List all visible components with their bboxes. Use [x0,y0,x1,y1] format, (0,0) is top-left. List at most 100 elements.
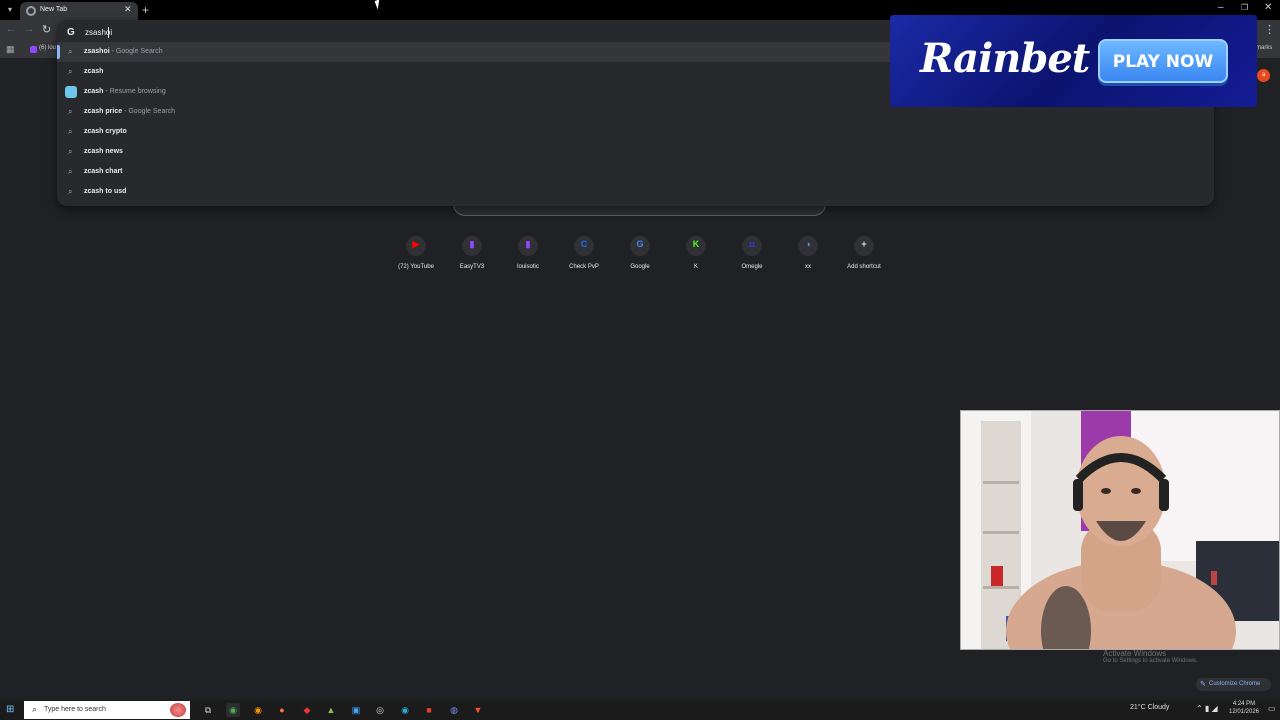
apps-grid-icon[interactable]: ▦ [6,44,15,55]
shortcut-glyph: G [636,239,644,249]
play-now-label: PLAY NOW [1112,52,1214,72]
search-icon: ⌕ [68,107,73,116]
rainbet-ad-banner[interactable]: Rainbet PLAY NOW [890,15,1257,107]
all-bookmarks-label[interactable]: marks [1256,45,1272,51]
suggestion-item[interactable]: ⌕ zcash crypto [57,122,1214,142]
shortcut-tile[interactable]: KK [668,236,724,276]
suggestion-text: zcash crypto [84,128,127,135]
shortcut-icon: K [686,236,706,256]
profile-avatar[interactable]: a [1257,69,1270,82]
shortcut-icon: o [742,236,762,256]
shortcut-label: Google [630,264,650,270]
shortcut-glyph: K [692,239,700,249]
shortcut-tile[interactable]: o Omegle [724,236,780,276]
text-caret [108,27,109,38]
shortcut-label: louisotic [517,264,539,270]
app-taskbar-icon-2[interactable]: ▲ [324,703,338,717]
close-window-icon[interactable]: ✕ [1264,2,1272,13]
rainbet-logo: Rainbet [920,35,1090,82]
app-taskbar-icon[interactable]: ◆ [300,703,314,717]
tab-search-icon[interactable]: ▾ [4,4,16,16]
shortcut-tile[interactable]: G Google [612,236,668,276]
taskbar-search-box[interactable]: ⌕ Type here to search [24,701,190,719]
clock-time[interactable]: 4:24 PM [1224,701,1264,707]
suggestion-text: zcash price - Google Search [84,108,176,115]
brave-icon[interactable]: ▼ [471,703,485,717]
webcam-feed-image [961,411,1279,649]
shortcut-label: Check PvP [569,264,599,270]
site-favicon [65,86,77,98]
reload-icon[interactable]: ↻ [42,23,51,36]
shortcut-tile[interactable]: ▶ (72) YouTube [388,236,444,276]
shortcut-icon: + [854,236,874,256]
suggestion-item[interactable]: ⌕ zcash news [57,142,1214,162]
shortcut-glyph: ▮ [469,239,475,249]
twitch-icon [30,46,37,53]
shortcut-tile[interactable]: C Check PvP [556,236,612,276]
shortcut-label: Omegle [741,264,763,270]
task-view-icon[interactable]: ⧉ [201,703,215,717]
back-arrow-icon[interactable]: ← [6,24,16,35]
app-taskbar-icon-3[interactable]: ▣ [349,703,363,717]
chrome-taskbar-icon[interactable]: ◉ [226,703,240,717]
windows-start-icon[interactable]: ⊞ [6,704,14,715]
shortcut-label: xx [805,264,811,270]
play-now-button[interactable]: PLAY NOW [1098,39,1228,83]
system-tray-icons[interactable]: ⌃ ▮ ◢ [1196,704,1218,713]
app-taskbar-icon-4[interactable]: ■ [422,703,436,717]
shortcut-label: EasyTV3 [459,264,485,270]
pencil-icon: ✎ [1200,681,1206,688]
suggestion-text: zcash chart [84,168,123,175]
suggestion-text: zcash - Resume browsing [84,88,166,95]
suggestion-item[interactable]: ⌕ zcash to usd [57,182,1214,202]
forward-arrow-icon[interactable]: → [24,24,34,35]
search-highlight-icon [170,703,186,717]
discord-icon[interactable]: ◍ [447,703,461,717]
chrome-canary-icon[interactable]: ◉ [251,703,265,717]
suggestion-item[interactable]: ⌕ zcash chart [57,162,1214,182]
minimize-icon[interactable]: – [1218,2,1224,13]
customize-chrome-button[interactable]: ✎ Customize Chrome [1196,678,1271,691]
search-icon: ⌕ [68,167,73,176]
shortcut-label: Add shortcut [847,264,881,270]
search-icon: ⌕ [68,47,73,56]
notification-icon[interactable]: ▭ [1268,704,1276,713]
windows-taskbar: ⊞ ⌕ Type here to search ⧉ ◉ ◉ ● ◆ ▲ ▣ ◎ … [0,700,1280,720]
menu-kebab-icon[interactable]: ⋮ [1264,23,1275,36]
shortcut-tile[interactable]: ▮ louisotic [500,236,556,276]
suggestion-text: zcash to usd [84,188,127,195]
suggestion-text: zsashoi - Google Search [84,48,163,55]
shortcut-icon: ▶ [406,236,426,256]
weather-widget[interactable]: 21°C Cloudy [1130,704,1169,711]
tab-close-icon[interactable]: ✕ [124,4,132,15]
shortcut-tile[interactable]: ◑ xx [780,236,836,276]
firefox-icon[interactable]: ● [275,703,289,717]
suggestion-text: zcash news [84,148,123,155]
edge-icon[interactable]: ◉ [398,703,412,717]
search-icon: ⌕ [68,187,73,196]
shortcut-tile[interactable]: + Add shortcut [836,236,892,276]
new-tab-button[interactable]: + [142,3,149,17]
restore-icon[interactable]: ❐ [1241,3,1248,12]
chrome-favicon-icon [26,6,36,16]
shortcut-glyph: + [861,239,867,249]
steam-icon[interactable]: ◎ [373,703,387,717]
shortcut-glyph: ◑ [805,239,811,249]
clock-date[interactable]: 12/01/2026 [1224,709,1264,715]
activate-windows-hint: Go to Settings to activate Windows. [1103,658,1198,664]
shortcut-glyph: ▶ [412,239,420,249]
shortcut-icon: ◑ [798,236,818,256]
webcam-overlay [960,410,1280,650]
google-g-icon: G [67,27,75,38]
bookmark-item[interactable]: (6) lou [30,44,60,56]
shortcut-tile[interactable]: ▮ EasyTV3 [444,236,500,276]
shortcut-label: K [693,264,698,270]
customize-chrome-label: Customize Chrome [1209,681,1261,687]
shortcut-label: (72) YouTube [398,264,434,270]
shortcut-glyph: o [749,239,755,249]
activate-windows-title: Activate Windows [1103,649,1167,658]
tab-title: New Tab [40,6,68,13]
shortcut-glyph: ▮ [525,239,531,249]
tab-new-tab[interactable]: New Tab ✕ [20,2,138,20]
shortcut-glyph: C [580,239,588,249]
